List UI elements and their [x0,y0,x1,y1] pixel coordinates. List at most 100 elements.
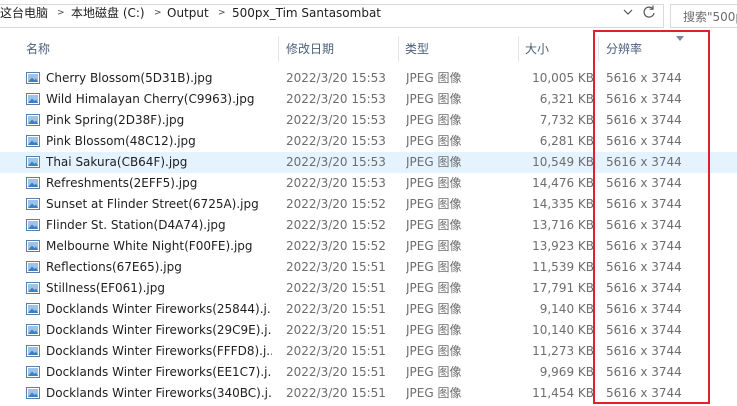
file-modified-date: 2022/3/20 15:51 [286,386,386,400]
column-header-date[interactable]: 修改日期 [286,33,334,65]
image-file-icon [26,177,40,189]
image-file-icon [26,387,40,399]
file-modified-date: 2022/3/20 15:52 [286,197,386,211]
file-row[interactable]: Pink Blossom(48C12).jpg 2022/3/20 15:53 JP… [0,131,737,152]
file-row[interactable]: Reflections(67E65).jpg 2022/3/20 15:51 JPE… [0,257,737,278]
file-size: 10,549 KB [532,155,594,169]
file-name[interactable]: Pink Blossom(48C12).jpg [46,131,272,152]
file-row[interactable]: Thai Sakura(CB64F).jpg 2022/3/20 15:53 JPE… [0,152,737,173]
breadcrumb-current-folder[interactable]: 500px_Tim Santasombat [232,4,381,22]
file-name[interactable]: Cherry Blossom(5D31B).jpg [46,68,272,89]
file-name[interactable]: Docklands Winter Fireworks(EE1C7).j... [46,362,272,383]
file-size: 6,281 KB [539,134,594,148]
column-header-type[interactable]: 类型 [405,33,429,65]
file-dimensions: 5616 x 3744 [606,113,682,127]
file-row[interactable]: Refreshments(2EFF5).jpg 2022/3/20 15:53 JP… [0,173,737,194]
breadcrumb-local-disk[interactable]: 本地磁盘 (C:) [71,4,145,22]
address-bar: 这台电脑 > 本地磁盘 (C:) > Output > 500px_Tim Sa… [0,0,737,33]
file-name[interactable]: Docklands Winter Fireworks(25844).j... [46,299,272,320]
column-header-size[interactable]: 大小 [525,33,549,65]
file-dimensions: 5616 x 3744 [606,197,682,211]
file-size: 13,716 KB [532,218,594,232]
file-modified-date: 2022/3/20 15:53 [286,155,386,169]
breadcrumb-separator-icon[interactable]: > [154,4,162,22]
file-dimensions: 5616 x 3744 [606,92,682,106]
file-row[interactable]: Docklands Winter Fireworks(25844).j... 20… [0,299,737,320]
file-modified-date: 2022/3/20 15:53 [286,176,386,190]
image-file-icon [26,135,40,147]
file-name[interactable]: Docklands Winter Fireworks(340BC).j... [46,383,272,404]
file-row[interactable]: Docklands Winter Fireworks(FFFD8).j... 20… [0,341,737,362]
file-name[interactable]: Pink Spring(2D38F).jpg [46,110,272,131]
file-size: 9,140 KB [539,302,594,316]
file-name[interactable]: Melbourne White Night(F00FE).jpg [46,236,272,257]
file-modified-date: 2022/3/20 15:51 [286,302,386,316]
image-file-icon [26,219,40,231]
file-size: 14,476 KB [532,176,594,190]
column-header: 名称 修改日期 类型 大小 分辨率 [0,33,737,65]
file-row[interactable]: Wild Himalayan Cherry(C9963).jpg 2022/3/2… [0,89,737,110]
image-file-icon [26,324,40,336]
file-dimensions: 5616 x 3744 [606,281,682,295]
file-size: 11,539 KB [532,260,594,274]
file-modified-date: 2022/3/20 15:51 [286,260,386,274]
breadcrumb-output[interactable]: Output [167,4,209,22]
file-name[interactable]: Sunset at Flinder Street(6725A).jpg [46,194,272,215]
file-row[interactable]: Docklands Winter Fireworks(340BC).j... 20… [0,383,737,404]
file-name[interactable]: Docklands Winter Fireworks(FFFD8).j... [46,341,272,362]
breadcrumb-separator-icon[interactable]: > [57,4,65,22]
image-file-icon [26,303,40,315]
file-modified-date: 2022/3/20 15:51 [286,281,386,295]
image-file-icon [26,156,40,168]
file-dimensions: 5616 x 3744 [606,239,682,253]
file-dimensions: 5616 x 3744 [606,386,682,400]
file-row[interactable]: Stillness(EF061).jpg 2022/3/20 15:51 JPEG … [0,278,737,299]
file-name[interactable]: Wild Himalayan Cherry(C9963).jpg [46,89,272,110]
column-divider[interactable] [598,36,599,62]
file-row[interactable]: Melbourne White Night(F00FE).jpg 2022/3/2… [0,236,737,257]
file-dimensions: 5616 x 3744 [606,176,682,190]
image-file-icon [26,114,40,126]
file-modified-date: 2022/3/20 15:51 [286,344,386,358]
file-dimensions: 5616 x 3744 [606,71,682,85]
file-dimensions: 5616 x 3744 [606,155,682,169]
file-name[interactable]: Reflections(67E65).jpg [46,257,272,278]
image-file-icon [26,282,40,294]
breadcrumb-this-pc[interactable]: 这台电脑 [0,4,48,22]
file-size: 7,732 KB [539,113,594,127]
file-size: 10,005 KB [532,71,594,85]
file-row[interactable]: Docklands Winter Fireworks(29C9E).j... 20… [0,320,737,341]
image-file-icon [26,240,40,252]
file-dimensions: 5616 x 3744 [606,344,682,358]
search-input[interactable]: 搜索"500p [670,4,737,28]
file-name[interactable]: Thai Sakura(CB64F).jpg [46,152,272,173]
file-row[interactable]: Pink Spring(2D38F).jpg 2022/3/20 15:53 JPE… [0,110,737,131]
breadcrumb-separator-icon[interactable]: > [218,4,226,22]
file-row[interactable]: Flinder St. Station(D4A74).jpg 2022/3/20 … [0,215,737,236]
file-name[interactable]: Stillness(EF061).jpg [46,278,272,299]
file-name[interactable]: Refreshments(2EFF5).jpg [46,173,272,194]
column-divider[interactable] [278,36,279,62]
refresh-icon[interactable] [640,3,658,21]
file-row[interactable]: Cherry Blossom(5D31B).jpg 2022/3/20 15:53… [0,68,737,89]
column-header-dimensions[interactable]: 分辨率 [606,33,642,65]
image-file-icon [26,366,40,378]
file-size: 10,140 KB [532,323,594,337]
chevron-down-icon[interactable] [620,4,636,20]
file-modified-date: 2022/3/20 15:51 [286,323,386,337]
file-dimensions: 5616 x 3744 [606,134,682,148]
file-modified-date: 2022/3/20 15:53 [286,113,386,127]
file-row[interactable]: Sunset at Flinder Street(6725A).jpg 2022/… [0,194,737,215]
file-dimensions: 5616 x 3744 [606,365,682,379]
column-divider[interactable] [398,36,399,62]
file-size: 11,273 KB [532,344,594,358]
column-header-name[interactable]: 名称 [26,33,50,65]
file-size: 14,335 KB [532,197,594,211]
file-row[interactable]: Docklands Winter Fireworks(EE1C7).j... 20… [0,362,737,383]
file-size: 6,321 KB [539,92,594,106]
file-name[interactable]: Docklands Winter Fireworks(29C9E).j... [46,320,272,341]
column-divider[interactable] [518,36,519,62]
file-name[interactable]: Flinder St. Station(D4A74).jpg [46,215,272,236]
file-modified-date: 2022/3/20 15:53 [286,71,386,85]
search-placeholder: 搜索"500p [683,10,737,24]
